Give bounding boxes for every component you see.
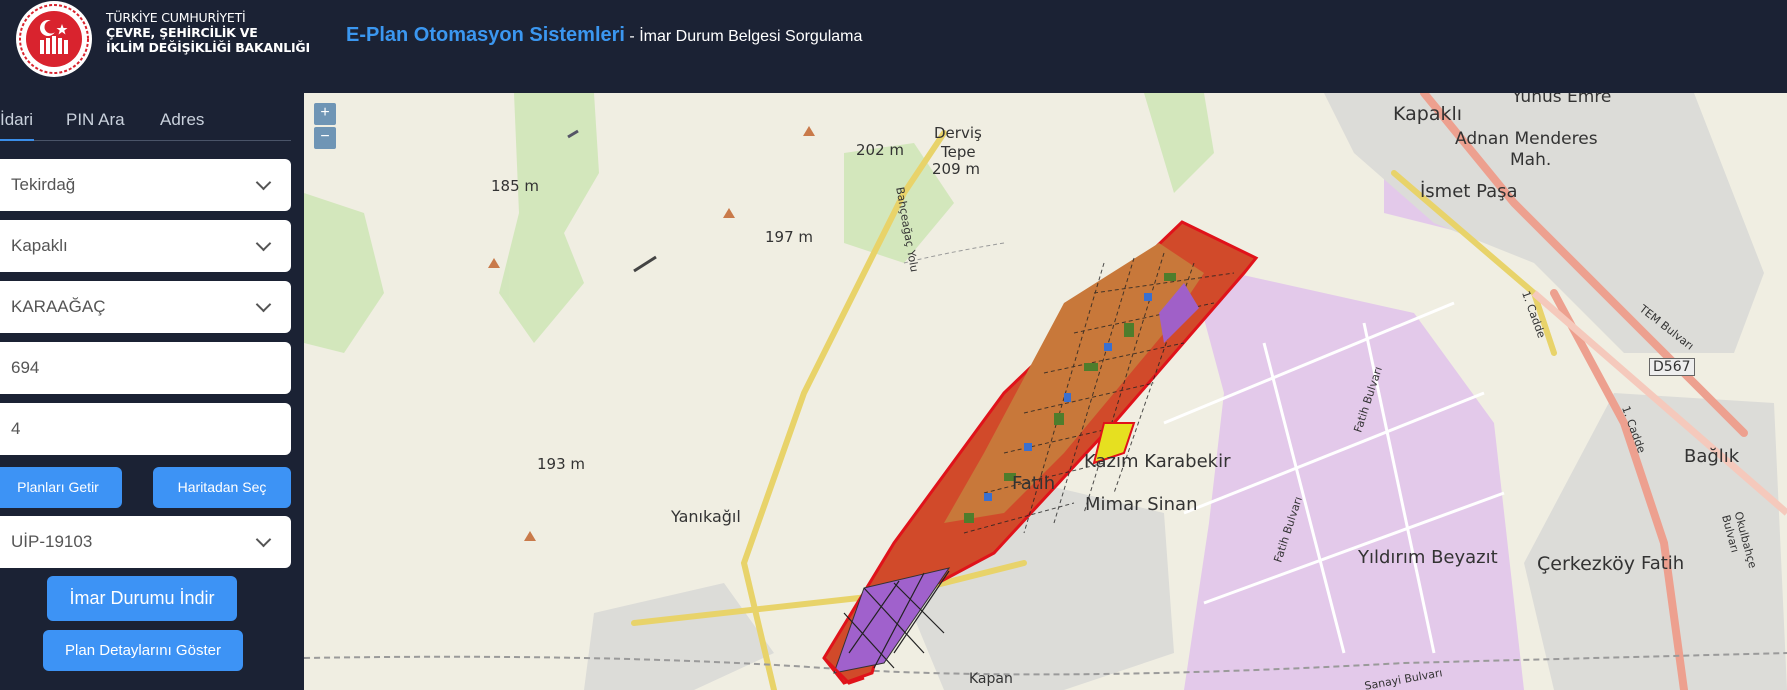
district-select[interactable]: Kapaklı — [0, 220, 291, 272]
map-view[interactable]: Yunus Emre Kapaklı Adnan Menderes Mah. İ… — [304, 93, 1787, 690]
map-label-202m: 202 m — [856, 141, 905, 159]
zoom-out-button[interactable]: − — [314, 127, 336, 149]
zoom-in-button[interactable]: + — [314, 103, 336, 125]
plan-details-button[interactable]: Plan Detaylarını Göster — [43, 630, 243, 671]
download-zoning-button[interactable]: İmar Durumu İndir — [47, 576, 237, 621]
map-label-cerkezkoy: Çerkezköy — [1537, 553, 1635, 575]
plan-select[interactable]: UİP-19103 — [0, 516, 291, 568]
parcel-input[interactable]: 4 — [0, 403, 291, 455]
select-from-map-button[interactable]: Haritadan Seç — [153, 467, 291, 508]
ministry-line2: ÇEVRE, ŞEHİRCİLİK VE — [106, 25, 258, 40]
map-label-fatih: Fatih — [1012, 473, 1056, 494]
map-label-dervis: Derviş — [934, 124, 982, 142]
tab-pin-ara[interactable]: PIN Ara — [66, 105, 125, 141]
search-tabs: İdari PIN Ara Adres — [0, 105, 291, 141]
sidebar: İdari PIN Ara Adres Tekirdağ Kapaklı KAR… — [0, 93, 304, 690]
map-label-tepe: Tepe — [941, 143, 976, 161]
ministry-name: TÜRKİYE CUMHURİYETİ ÇEVRE, ŞEHİRCİLİK VE… — [106, 10, 310, 55]
map-label-yanikagil: Yanıkağıl — [671, 507, 741, 526]
map-label-ismet-pasa: İsmet Paşa — [1420, 181, 1518, 202]
neighborhood-select[interactable]: KARAAĞAÇ — [0, 281, 291, 333]
map-label-197m: 197 m — [765, 228, 814, 246]
map-label-kazim-karabekir: Kazım Karabekir — [1084, 451, 1231, 472]
map-label-fatih-2: Fatih — [1641, 553, 1685, 574]
ministry-line1: TÜRKİYE CUMHURİYETİ — [106, 10, 246, 25]
ministry-logo — [16, 1, 92, 77]
tab-adres[interactable]: Adres — [160, 105, 204, 141]
map-label-mah: Mah. — [1510, 150, 1552, 170]
map-label-kapakli: Kapaklı — [1393, 103, 1463, 125]
header: TÜRKİYE CUMHURİYETİ ÇEVRE, ŞEHİRCİLİK VE… — [0, 0, 1787, 93]
province-select[interactable]: Tekirdağ — [0, 159, 291, 211]
map-label-209m: 209 m — [932, 160, 981, 178]
tab-idari[interactable]: İdari — [0, 105, 34, 141]
get-plans-button[interactable]: Planları Getir — [0, 467, 122, 508]
map-label-yildirim-beyazit: Yıldırım Beyazıt — [1358, 547, 1498, 568]
ministry-line3: İKLİM DEĞİŞİKLİĞİ BAKANLIĞI — [106, 40, 310, 55]
app-name: E-Plan Otomasyon Sistemleri — [346, 24, 625, 46]
page-title: E-Plan Otomasyon Sistemleri - İmar Durum… — [346, 24, 862, 47]
map-label-mimar-sinan: Mimar Sinan — [1085, 494, 1198, 515]
map-label-baglik: Bağlık — [1684, 446, 1740, 467]
map-label-kapan: Kapan — [969, 671, 1013, 687]
map-label-d567: D567 — [1649, 358, 1695, 376]
map-label-185m: 185 m — [491, 177, 540, 195]
map-label-adnan-menderes: Adnan Menderes — [1455, 129, 1598, 149]
block-input[interactable]: 694 — [0, 342, 291, 394]
app-subtitle: - İmar Durum Belgesi Sorgulama — [624, 28, 863, 45]
map-label-yunus-emre: Yunus Emre — [1512, 93, 1612, 107]
map-label-193m: 193 m — [537, 455, 586, 473]
